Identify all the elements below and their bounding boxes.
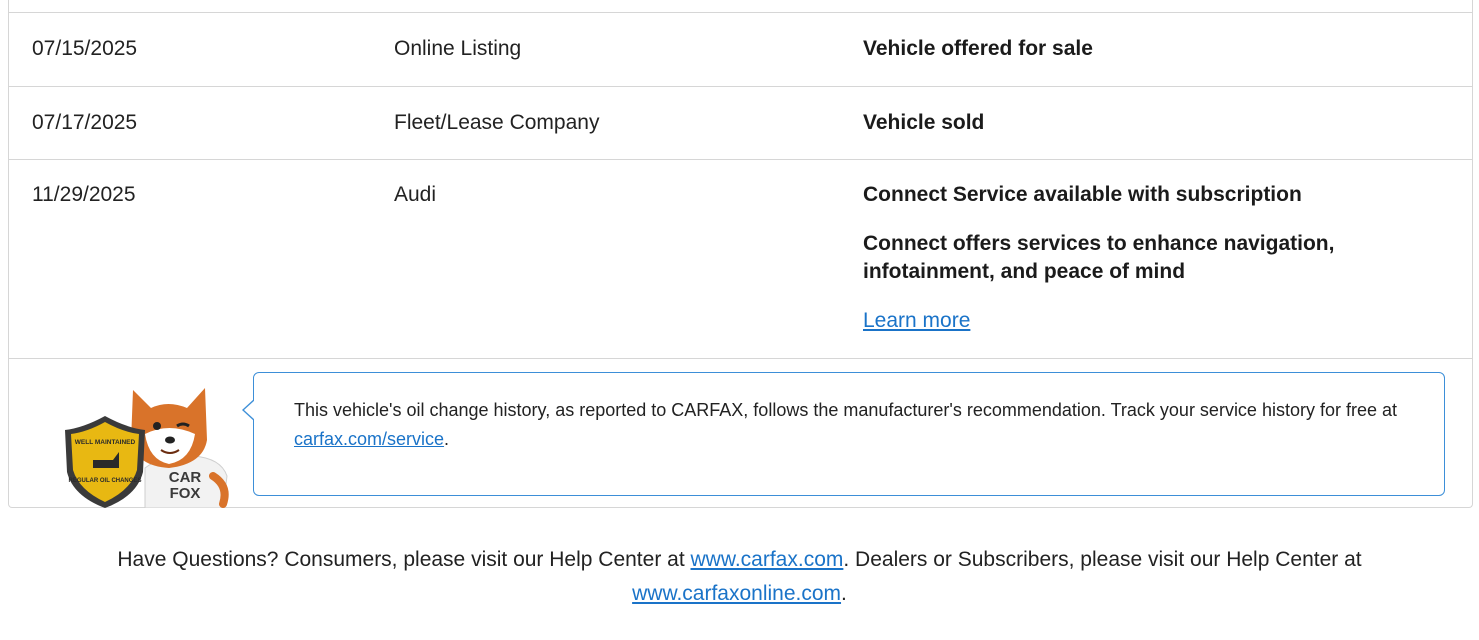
- oil-text-suffix: .: [444, 429, 450, 449]
- carfaxonline-help-link[interactable]: www.carfaxonline.com: [632, 582, 841, 605]
- shirt-text-line1: CAR: [169, 469, 202, 486]
- row-date: 07/17/2025: [32, 111, 138, 134]
- badge-bottom-text: REGULAR OIL CHANGES: [69, 478, 142, 484]
- table-row: 07/17/2025 Fleet/Lease Company Vehicle s…: [9, 87, 1472, 160]
- help-footer: Have Questions? Consumers, please visit …: [0, 543, 1479, 611]
- row-comments: Vehicle sold: [863, 109, 1423, 137]
- carfox-mascot-icon: CAR FOX WELL MAINTAINED REGULAR OIL CHAN…: [65, 388, 229, 508]
- oil-text-prefix: This vehicle's oil change history, as re…: [294, 400, 1398, 420]
- row-source: Audi: [394, 183, 437, 206]
- row-date: 07/15/2025: [32, 37, 138, 60]
- comment-line: Connect offers services to enhance navig…: [863, 232, 1335, 283]
- row-source: Online Listing: [394, 37, 522, 60]
- footer-prefix: Have Questions? Consumers, please visit …: [117, 548, 691, 571]
- table-row: 11/29/2025 Audi Connect Service availabl…: [9, 160, 1472, 359]
- table-row: 07/15/2025 Online Listing Vehicle offere…: [9, 13, 1472, 87]
- comment-line: Vehicle offered for sale: [863, 37, 1093, 60]
- carfax-service-link[interactable]: carfax.com/service: [294, 429, 444, 449]
- comment-line: Connect Service available with subscript…: [863, 183, 1302, 206]
- row-comments: Vehicle offered for sale: [863, 35, 1423, 63]
- row-source: Fleet/Lease Company: [394, 111, 600, 134]
- footer-suffix: .: [841, 582, 847, 605]
- shirt-text-line2: FOX: [170, 485, 201, 502]
- comment-line: Vehicle sold: [863, 111, 985, 134]
- learn-more-link[interactable]: Learn more: [863, 307, 1423, 335]
- badge-top-text: WELL MAINTAINED: [75, 439, 136, 446]
- oil-change-section: CAR FOX WELL MAINTAINED REGULAR OIL CHAN…: [9, 360, 1472, 508]
- row-comments: Connect Service available with subscript…: [863, 181, 1423, 335]
- footer-middle: . Dealers or Subscribers, please visit o…: [843, 548, 1362, 571]
- oil-change-text: This vehicle's oil change history, as re…: [294, 396, 1414, 454]
- carfax-help-link[interactable]: www.carfax.com: [691, 548, 844, 571]
- history-table: 07/15/2025 Online Listing Vehicle offere…: [8, 0, 1473, 508]
- row-date: 11/29/2025: [32, 183, 136, 206]
- oil-change-message: This vehicle's oil change history, as re…: [242, 372, 1445, 496]
